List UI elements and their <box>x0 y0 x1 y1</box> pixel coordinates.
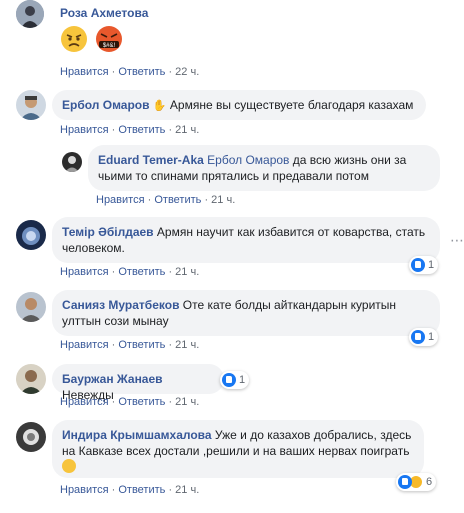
timestamp[interactable]: 21 ч. <box>175 339 199 351</box>
like-link[interactable]: Нравится <box>60 484 109 496</box>
like-link[interactable]: Нравится <box>60 339 109 351</box>
like-link[interactable]: Нравится <box>96 194 145 206</box>
comment-actions: Нравится · Ответить · 21 ч. <box>60 396 199 408</box>
timestamp[interactable]: 21 ч. <box>175 266 199 278</box>
comment-text: Армяне вы существуете благодаря казахам <box>169 98 414 112</box>
like-link[interactable]: Нравится <box>60 66 109 78</box>
avatar[interactable] <box>62 152 82 172</box>
comment-bubble: Бауржан Жанаев Невежды <box>52 364 224 402</box>
reply-link[interactable]: Ответить <box>118 266 165 278</box>
like-icon <box>222 373 236 387</box>
avatar[interactable] <box>16 220 46 250</box>
timestamp[interactable]: 21 ч. <box>211 194 235 206</box>
separator: · <box>168 339 173 351</box>
raised-hand-icon: ✋ <box>152 100 167 112</box>
separator: · <box>111 124 116 136</box>
avatar[interactable] <box>16 364 46 394</box>
comment-author[interactable]: Санияз Муратбеков <box>62 298 179 312</box>
reply-link[interactable]: Ответить <box>118 396 165 408</box>
reaction-count[interactable]: 1 <box>220 371 250 389</box>
angry-face-emoji <box>58 24 92 52</box>
comment-author[interactable]: Темір Әбілдаев <box>62 225 154 239</box>
comment-author[interactable]: Ербол Омаров <box>62 98 150 112</box>
like-link[interactable]: Нравится <box>60 396 109 408</box>
like-link[interactable]: Нравится <box>60 124 109 136</box>
separator: · <box>168 66 173 78</box>
more-options-icon[interactable]: ⋯ <box>450 232 464 249</box>
comment-author[interactable]: Eduard Temer-Aka <box>98 153 204 167</box>
comment-actions: Нравится · Ответить · 21 ч. <box>60 484 199 496</box>
separator: · <box>168 396 173 408</box>
comment-actions: Нравится · Ответить · 21 ч. <box>60 124 199 136</box>
reaction-number: 6 <box>426 476 433 488</box>
timestamp[interactable]: 22 ч. <box>175 66 199 78</box>
reaction-count[interactable]: 1 <box>409 328 439 346</box>
comment-bubble: Темір Әбілдаев Армян научит как избавитс… <box>52 217 440 263</box>
comment-actions: Нравится · Ответить · 21 ч. <box>96 194 235 206</box>
comment-bubble: Ербол Омаров ✋ Армяне вы существуете бла… <box>52 90 426 120</box>
avatar[interactable] <box>16 90 46 120</box>
reaction-number: 1 <box>239 374 246 386</box>
svg-text:$#&!: $#&! <box>103 43 116 49</box>
separator: · <box>147 194 152 206</box>
like-link[interactable]: Нравится <box>60 266 109 278</box>
reaction-count[interactable]: 1 <box>409 256 439 274</box>
reply-link[interactable]: Ответить <box>118 484 165 496</box>
separator: · <box>111 396 116 408</box>
reaction-count[interactable]: 6 <box>396 473 437 491</box>
reply-link[interactable]: Ответить <box>118 124 165 136</box>
separator: · <box>204 194 209 206</box>
timestamp[interactable]: 21 ч. <box>175 484 199 496</box>
comment-author[interactable]: Бауржан Жанаев <box>62 372 163 386</box>
separator: · <box>111 339 116 351</box>
reaction-number: 1 <box>428 331 435 343</box>
comment-actions: Нравится · Ответить · 21 ч. <box>60 339 199 351</box>
avatar[interactable] <box>16 292 46 322</box>
smiling-face-emoji <box>62 459 76 473</box>
like-icon <box>411 258 425 272</box>
separator: · <box>111 66 116 78</box>
avatar[interactable] <box>16 422 46 452</box>
timestamp[interactable]: 21 ч. <box>175 124 199 136</box>
reply-link[interactable]: Ответить <box>118 339 165 351</box>
separator: · <box>111 266 116 278</box>
reply-link[interactable]: Ответить <box>154 194 201 206</box>
comment-actions: Нравится · Ответить · 21 ч. <box>60 266 199 278</box>
comment-bubble: Индира Крымшамхалова Уже и до казахов до… <box>52 420 424 478</box>
like-icon <box>411 330 425 344</box>
reply-link[interactable]: Ответить <box>118 66 165 78</box>
comment-author[interactable]: Индира Крымшамхалова <box>62 428 212 442</box>
timestamp[interactable]: 21 ч. <box>175 396 199 408</box>
separator: · <box>168 266 173 278</box>
separator: · <box>168 484 173 496</box>
swearing-face-emoji: $#&! <box>93 24 127 54</box>
separator: · <box>111 484 116 496</box>
mention-link[interactable]: Ербол Омаров <box>207 153 289 167</box>
like-icon <box>398 475 412 489</box>
avatar[interactable] <box>16 0 44 28</box>
separator: · <box>168 124 173 136</box>
reaction-number: 1 <box>428 259 435 271</box>
comment-bubble: Санияз Муратбеков Оте кате болды айтканд… <box>52 290 440 336</box>
comment-actions: Нравится · Ответить · 22 ч. <box>60 66 199 78</box>
comment-author[interactable]: Роза Ахметова <box>60 6 148 20</box>
reply-bubble: Eduard Temer-Aka Ербол Омаров да всю жиз… <box>88 145 440 191</box>
